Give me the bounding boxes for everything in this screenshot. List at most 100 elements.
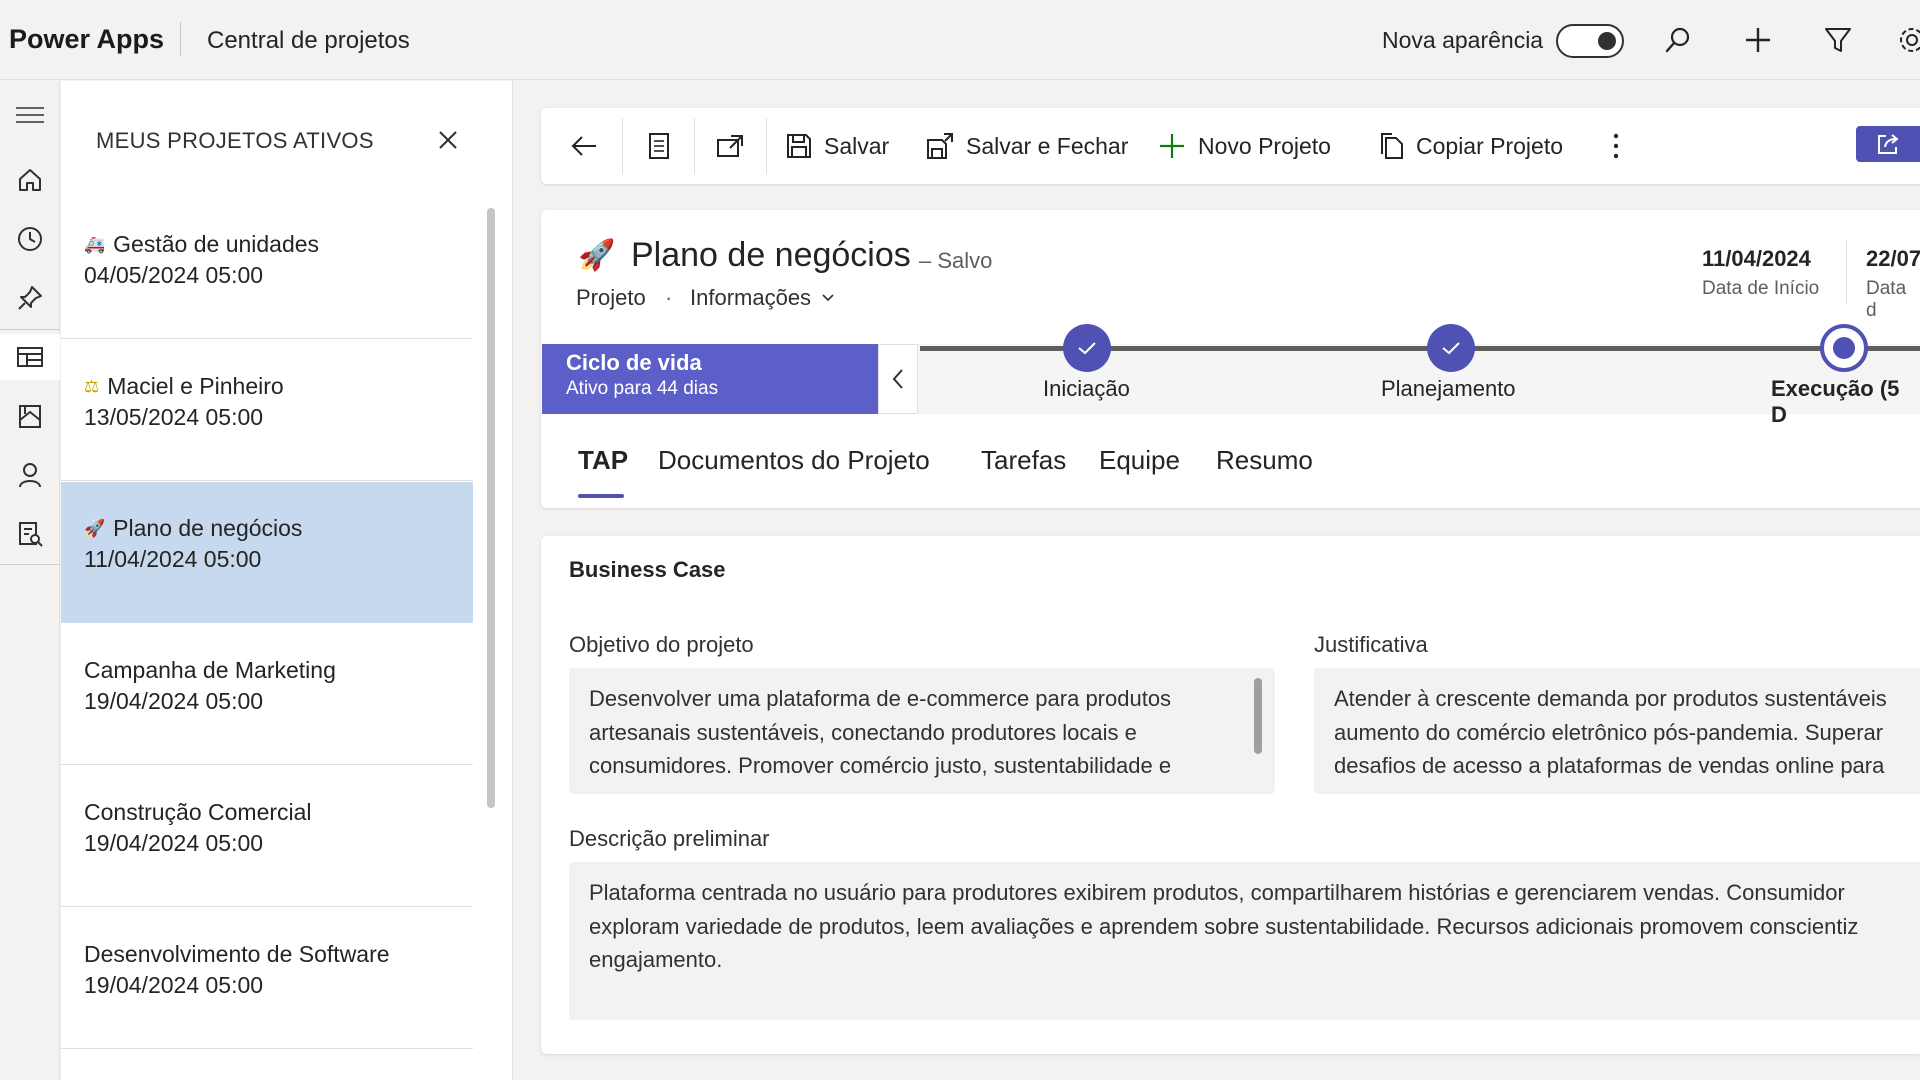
descricao-label: Descrição preliminar (569, 826, 770, 851)
save-button[interactable]: Salvar (786, 124, 889, 168)
project-item[interactable]: Campanha de Marketing 19/04/2024 05:00 (61, 624, 473, 765)
project-date: 19/04/2024 05:00 (84, 830, 264, 856)
pin-icon[interactable] (0, 275, 60, 321)
title-divider (180, 22, 181, 56)
tab-resumo[interactable]: Resumo (1216, 445, 1313, 476)
project-name-text: Gestão de unidades (113, 231, 320, 257)
end-date-label: Data d (1866, 278, 1907, 321)
save-close-icon (926, 132, 954, 160)
process-duration: Ativo para 44 dias (566, 378, 719, 399)
copy-icon (1378, 132, 1404, 160)
entity-name: Projeto (576, 285, 646, 310)
objetivo-field[interactable]: Desenvolver uma plataforma de e-commerce… (569, 668, 1275, 794)
back-button[interactable] (570, 124, 598, 168)
settings-icon[interactable] (1892, 20, 1920, 60)
form-view-button[interactable] (647, 124, 671, 168)
project-name: 🚀 Plano de negócios (84, 515, 302, 542)
active-tab-indicator (578, 494, 624, 498)
close-icon[interactable] (432, 124, 464, 156)
toggle-knob (1598, 32, 1616, 50)
justificativa-line: aumento do comércio eletrônico pós-pande… (1334, 719, 1884, 745)
project-name: Campanha de Marketing (84, 657, 336, 683)
filter-icon[interactable] (1818, 20, 1858, 60)
project-item[interactable]: ⚖ Maciel e Pinheiro 13/05/2024 05:00 (61, 340, 473, 481)
project-name-text: Plano de negócios (113, 515, 303, 541)
panel-scrollbar[interactable] (487, 208, 495, 808)
check-icon (1078, 342, 1096, 355)
descricao-line: Plataforma centrada no usuário para prod… (589, 880, 1845, 905)
stage-node-planejamento[interactable] (1427, 324, 1475, 372)
new-look-toggle[interactable] (1556, 24, 1624, 58)
scales-icon: ⚖ (84, 376, 100, 397)
tab-equipe[interactable]: Equipe (1099, 445, 1180, 476)
command-divider (694, 118, 695, 174)
save-label: Salvar (824, 132, 890, 159)
rail-divider (0, 329, 60, 330)
open-window-icon (717, 135, 743, 157)
add-icon[interactable] (1738, 20, 1778, 60)
stage-label[interactable]: Planejamento (1381, 376, 1516, 402)
share-button[interactable] (1856, 126, 1920, 162)
project-name: 🚑 Gestão de unidades (84, 231, 319, 258)
objetivo-line: artesanais sustentáveis, conectando prod… (589, 719, 1137, 745)
open-new-window-button[interactable] (716, 124, 744, 168)
justificativa-line: Atender à crescente demanda por produtos… (1334, 686, 1887, 711)
save-close-label: Salvar e Fechar (966, 132, 1129, 159)
start-date-value: 11/04/2024 (1702, 246, 1811, 271)
reports-icon[interactable] (0, 511, 60, 557)
person-icon[interactable] (0, 452, 60, 498)
add-icon (1158, 132, 1186, 160)
project-date: 19/04/2024 05:00 (84, 688, 264, 714)
copy-project-button[interactable]: Copiar Projeto (1378, 124, 1563, 168)
save-status: – Salvo (919, 248, 993, 273)
command-divider (766, 118, 767, 174)
end-date-value: 22/07 (1866, 246, 1920, 271)
projects-icon[interactable] (0, 334, 60, 380)
save-close-button[interactable]: Salvar e Fechar (926, 124, 1128, 168)
objetivo-line: Desenvolver uma plataforma de e-commerce… (589, 686, 1172, 711)
rocket-icon: 🚀 (84, 518, 106, 539)
project-item[interactable]: 🚑 Gestão de unidades 04/05/2024 05:00 (61, 198, 473, 339)
project-name-text: Maciel e Pinheiro (107, 373, 284, 399)
search-icon[interactable] (1658, 20, 1698, 60)
new-look-label: Nova aparência (1382, 27, 1544, 53)
recent-icon[interactable] (0, 216, 60, 262)
descricao-field[interactable]: Plataforma centrada no usuário para prod… (569, 862, 1920, 1020)
stage-node-iniciacao[interactable] (1063, 324, 1111, 372)
more-icon (1613, 133, 1619, 159)
menu-icon[interactable] (0, 92, 60, 138)
project-item[interactable]: Desenvolvimento de Software 19/04/2024 0… (61, 908, 473, 1049)
chevron-left-icon (892, 369, 903, 389)
justificativa-label: Justificativa (1314, 632, 1428, 657)
form-icon (649, 133, 669, 159)
project-date: 11/04/2024 05:00 (84, 546, 262, 572)
app-name[interactable]: Power Apps (9, 24, 164, 55)
command-divider (622, 118, 623, 174)
project-item-selected[interactable]: 🚀 Plano de negócios 11/04/2024 05:00 (61, 482, 473, 623)
stage-label[interactable]: Iniciação (1043, 376, 1130, 402)
objetivo-scrollbar[interactable] (1254, 678, 1262, 754)
tab-tap[interactable]: TAP (578, 445, 628, 476)
new-project-button[interactable]: Novo Projeto (1158, 124, 1331, 168)
chevron-down-icon (822, 294, 834, 302)
project-date: 13/05/2024 05:00 (84, 404, 264, 430)
stage-label-current[interactable]: Execução (5 D (1771, 376, 1920, 428)
check-icon (1442, 342, 1460, 355)
process-name: Ciclo de vida (566, 350, 702, 375)
project-item[interactable]: Construção Comercial 19/04/2024 05:00 (61, 766, 473, 907)
tab-tarefas[interactable]: Tarefas (981, 445, 1066, 476)
form-selector[interactable]: Informações (690, 285, 835, 311)
ambulance-icon: 🚑 (84, 234, 106, 255)
panel-header: MEUS PROJETOS ATIVOS (96, 128, 374, 153)
copy-project-label: Copiar Projeto (1416, 132, 1564, 159)
stage-node-execucao[interactable] (1820, 324, 1868, 372)
tab-documentos[interactable]: Documentos do Projeto (658, 445, 930, 476)
more-commands-button[interactable] (1612, 124, 1620, 168)
header-divider (1846, 240, 1847, 304)
home-icon[interactable] (0, 157, 60, 203)
section-title: Business Case (569, 557, 726, 582)
collapse-process-button[interactable] (878, 344, 918, 414)
documents-icon[interactable] (0, 393, 60, 439)
share-icon (1878, 134, 1899, 154)
justificativa-field[interactable]: Atender à crescente demanda por produtos… (1314, 668, 1920, 794)
